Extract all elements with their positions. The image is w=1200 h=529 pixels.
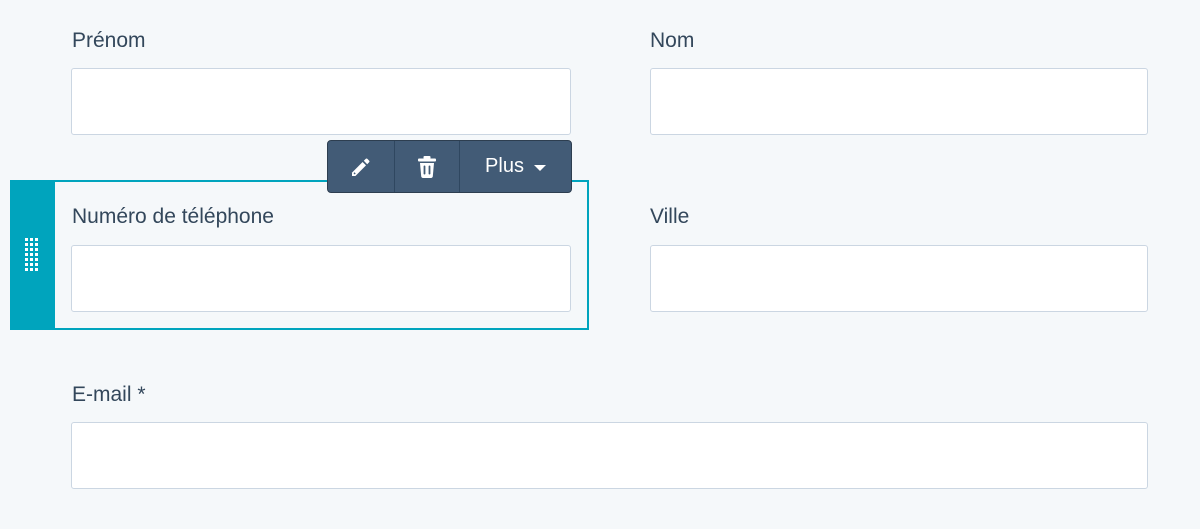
caret-down-icon — [533, 164, 546, 171]
city-input[interactable] — [650, 245, 1148, 312]
drag-handle[interactable] — [10, 180, 55, 330]
last-name-label: Nom — [650, 29, 695, 52]
last-name-input[interactable] — [650, 68, 1148, 135]
more-label: Plus — [485, 155, 524, 177]
email-label: E-mail * — [72, 383, 146, 406]
phone-input[interactable] — [71, 245, 571, 312]
first-name-label: Prénom — [72, 29, 146, 52]
city-label: Ville — [650, 205, 690, 228]
pencil-icon — [352, 158, 370, 176]
edit-button[interactable] — [328, 141, 394, 192]
more-dropdown-button[interactable]: Plus — [459, 141, 571, 192]
phone-label: Numéro de téléphone — [72, 205, 274, 228]
field-toolbar: Plus — [327, 140, 572, 193]
delete-button[interactable] — [394, 141, 459, 192]
email-input[interactable] — [71, 422, 1148, 489]
first-name-input[interactable] — [71, 68, 571, 135]
drag-grip-icon — [25, 238, 38, 271]
trash-icon — [418, 155, 436, 178]
